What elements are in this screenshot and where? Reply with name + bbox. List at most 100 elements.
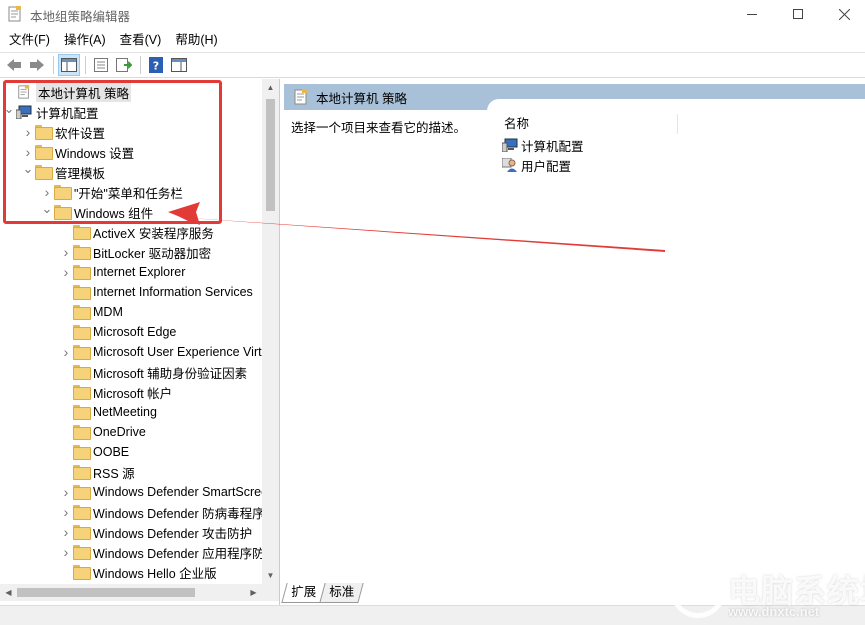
tree-item[interactable]: › Microsoft User Experience Virtualizatio…	[59, 342, 262, 362]
tree-item[interactable]: ActiveX 安装程序服务	[59, 222, 214, 242]
tree-item[interactable]: NetMeeting	[59, 402, 157, 422]
svg-text:?: ?	[153, 60, 159, 73]
chevron-right-icon[interactable]: ›	[59, 342, 73, 362]
chevron-right-icon[interactable]: ›	[59, 542, 73, 562]
forward-button[interactable]	[26, 54, 48, 76]
folder-icon	[35, 145, 53, 160]
tree-item[interactable]: RSS 源	[59, 462, 135, 482]
scroll-up-icon[interactable]: ▲	[262, 79, 279, 96]
computer-icon	[502, 138, 518, 152]
tree-item[interactable]: › BitLocker 驱动器加密	[59, 242, 211, 262]
tree-item-label: Windows Defender 攻击防护	[93, 526, 253, 541]
tree-item[interactable]: › Windows Defender SmartScreen	[59, 482, 262, 502]
tree-item-label: NetMeeting	[93, 405, 157, 419]
tree-item[interactable]: › 软件设置	[21, 122, 105, 142]
status-bar	[0, 605, 865, 625]
folder-icon	[73, 245, 91, 260]
tree-item[interactable]: ⌄ Windows 组件	[40, 199, 154, 222]
tree-item[interactable]: OOBE	[59, 442, 129, 462]
close-button[interactable]	[821, 0, 865, 28]
chevron-right-icon[interactable]: ›	[59, 502, 73, 522]
menu-action[interactable]: 操作(A)	[58, 29, 112, 51]
chevron-right-icon[interactable]: ›	[59, 262, 73, 282]
show-hide-tree-button[interactable]	[58, 54, 80, 76]
properties-button[interactable]	[90, 54, 112, 76]
tree-item-label: Windows Hello 企业版	[93, 566, 217, 581]
menu-view[interactable]: 查看(V)	[114, 29, 168, 51]
tree-horizontal-scrollbar[interactable]: ◀ ▶	[0, 584, 279, 601]
maximize-button[interactable]	[775, 0, 821, 28]
folder-icon	[35, 125, 53, 140]
folder-icon	[73, 345, 91, 360]
tree-item-label: RSS 源	[93, 466, 135, 481]
tree-item-label: Windows 设置	[55, 146, 135, 161]
show-hide-pane-button[interactable]	[168, 54, 190, 76]
policy-doc-icon	[294, 89, 307, 105]
tree-item[interactable]: Microsoft 辅助身份验证因素	[59, 362, 247, 382]
tree-item-label: Microsoft Edge	[93, 325, 177, 339]
chevron-down-icon[interactable]: ⌄	[2, 99, 16, 119]
scroll-right-icon[interactable]: ▶	[245, 584, 262, 601]
chevron-down-icon[interactable]: ⌄	[21, 159, 35, 179]
scroll-left-icon[interactable]: ◀	[0, 584, 17, 601]
tree-item-label: Microsoft User Experience Virtualization	[93, 345, 262, 359]
properties-icon	[94, 58, 108, 72]
tab-standard[interactable]: 标准	[319, 583, 364, 603]
scroll-down-icon[interactable]: ▼	[262, 567, 279, 584]
toolbar-separator	[53, 56, 54, 74]
show-hide-tree-icon	[61, 58, 77, 72]
tree-item[interactable]: ⌄ 计算机配置	[2, 99, 99, 122]
column-header-name[interactable]: 名称	[504, 114, 678, 134]
tree-item[interactable]: › Windows 设置	[21, 142, 135, 162]
chevron-right-icon[interactable]: ›	[21, 122, 35, 142]
tree-item[interactable]: Microsoft 帐户	[59, 382, 172, 402]
folder-icon	[35, 165, 53, 180]
tree-item[interactable]: Windows Hello 企业版	[59, 562, 217, 582]
details-pane: 本地计算机 策略 选择一个项目来查看它的描述。 名称 计算机配置 用户配置	[284, 79, 865, 605]
folder-icon	[73, 565, 91, 580]
tree-item[interactable]: ⌄ 管理模板	[21, 159, 105, 182]
tree-item-label: OOBE	[93, 445, 130, 459]
tree-item-label: Internet Information Services	[93, 285, 253, 299]
folder-icon	[73, 405, 91, 420]
tree-item[interactable]: › "开始"菜单和任务栏	[40, 182, 183, 202]
export-list-button[interactable]	[113, 54, 135, 76]
tree-item[interactable]: MDM	[59, 302, 123, 322]
chevron-right-icon[interactable]: ›	[59, 482, 73, 502]
tree-item[interactable]: › Internet Explorer	[59, 262, 185, 282]
tree-item[interactable]: 本地计算机 策略	[2, 82, 131, 102]
tree-item-label: Windows Defender SmartScreen	[93, 485, 262, 499]
tree-item[interactable]: › Windows Defender 攻击防护	[59, 522, 252, 542]
chevron-right-icon[interactable]: ›	[59, 522, 73, 542]
minimize-button[interactable]	[729, 0, 775, 28]
folder-icon	[73, 365, 91, 380]
forward-arrow-icon	[30, 59, 44, 71]
tree-item[interactable]: › Windows Defender 防病毒程序	[59, 502, 262, 522]
list-item-user-config[interactable]: 用户配置	[502, 155, 571, 175]
menu-file[interactable]: 文件(F)	[3, 29, 56, 51]
menu-help[interactable]: 帮助(H)	[169, 29, 223, 51]
help-button[interactable]: ?	[145, 54, 167, 76]
tree-item[interactable]: Internet Information Services	[59, 282, 253, 302]
folder-icon	[54, 185, 72, 200]
tree-item[interactable]: Microsoft Edge	[59, 322, 176, 342]
tree-item-label: "开始"菜单和任务栏	[74, 186, 183, 201]
chevron-right-icon[interactable]: ›	[59, 242, 73, 262]
toolbar: ?	[0, 52, 865, 78]
list-item-computer-config[interactable]: 计算机配置	[502, 135, 584, 155]
tree-item[interactable]: OneDrive	[59, 422, 146, 442]
back-button[interactable]	[3, 54, 25, 76]
tree-vertical-scrollbar[interactable]: ▲ ▼	[262, 79, 279, 584]
scrollbar-thumb[interactable]	[17, 588, 195, 597]
tree-item[interactable]: › Windows Defender 应用程序防护	[59, 542, 262, 562]
chevron-down-icon[interactable]: ⌄	[40, 199, 54, 219]
scrollbar-thumb[interactable]	[266, 99, 275, 211]
